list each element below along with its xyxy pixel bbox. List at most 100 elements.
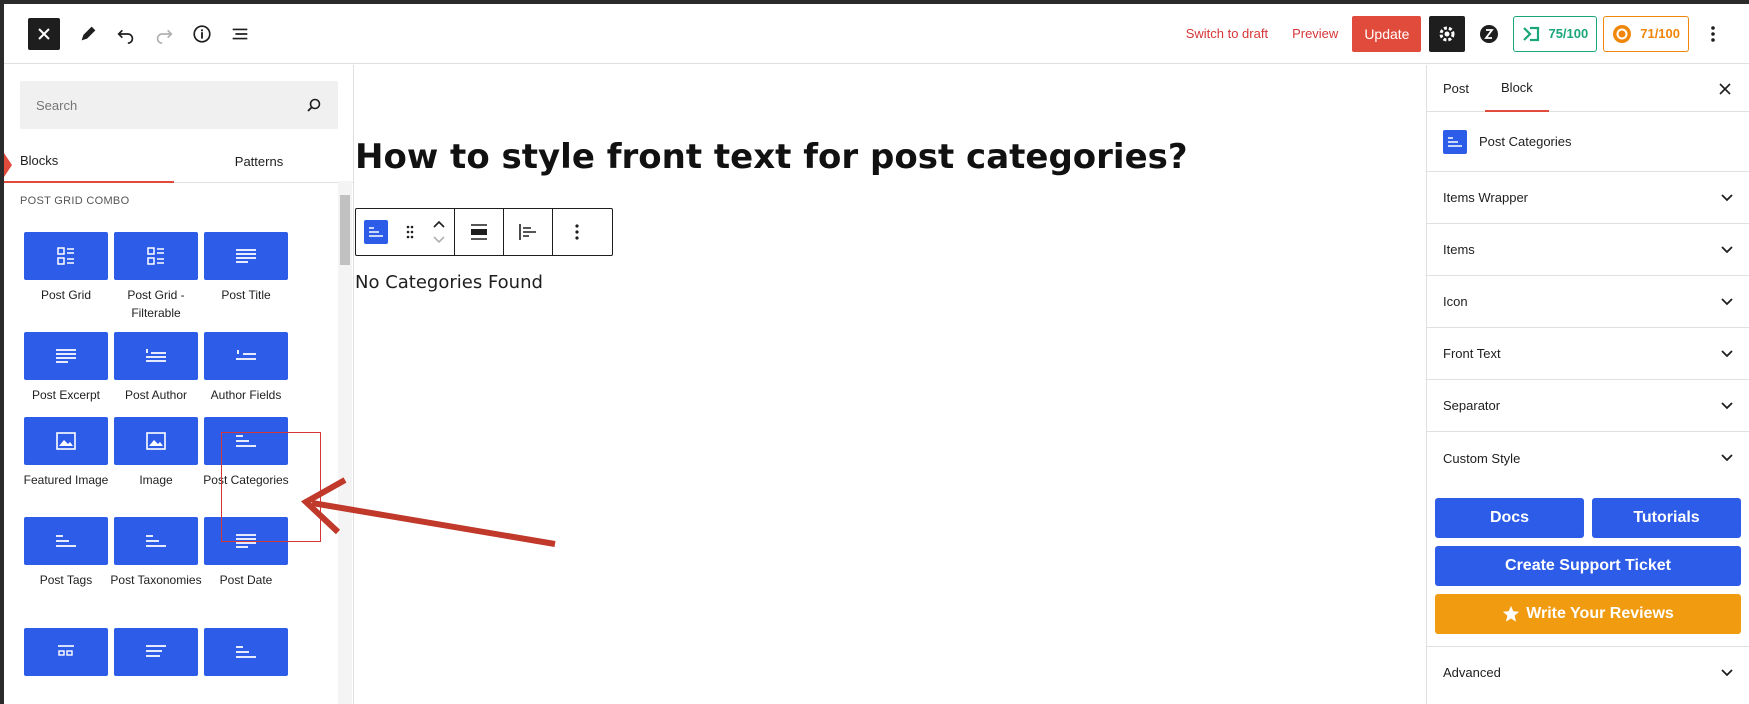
seo-score-badge[interactable]: 75/100 (1513, 15, 1598, 52)
chevron-down-icon (1721, 349, 1733, 357)
lines-icon (146, 645, 166, 657)
block-label: Featured Image (23, 473, 109, 487)
panel-title: Separator (1443, 398, 1501, 413)
block-card: Post Categories (1427, 112, 1749, 172)
close-inserter-button[interactable] (28, 17, 60, 50)
undo-button[interactable] (108, 16, 144, 52)
search-icon (307, 98, 321, 112)
panel-icon[interactable]: Icon (1427, 276, 1749, 328)
tutorials-button[interactable]: Tutorials (1592, 498, 1741, 538)
block-tile (204, 232, 288, 280)
list-view-button[interactable] (222, 16, 258, 52)
gear-icon (1439, 26, 1455, 41)
block-item[interactable] (110, 628, 202, 676)
panel-custom-style[interactable]: Custom Style (1427, 432, 1749, 484)
close-icon[interactable] (1719, 83, 1731, 95)
block-label: Post Grid (40, 288, 91, 302)
categories-icon (236, 646, 256, 658)
align-button[interactable] (455, 209, 503, 255)
block-options-button[interactable] (553, 209, 601, 255)
close-icon (38, 27, 50, 40)
panel-title: Custom Style (1443, 450, 1521, 466)
block-toolbar-group (356, 209, 455, 255)
plugin-button[interactable] (1471, 16, 1507, 52)
write-reviews-label: Write Your Reviews (1526, 605, 1674, 622)
image-icon (56, 432, 76, 450)
panel-items[interactable]: Items (1427, 224, 1749, 276)
no-categories-message: No Categories Found (355, 272, 543, 293)
inserter-tabs: Blocks Patterns (4, 140, 353, 183)
text-align-button[interactable] (504, 209, 552, 255)
block-item[interactable]: Post Grid - Filterable (110, 232, 202, 322)
block-tile (24, 232, 108, 280)
panel-advanced[interactable]: Advanced (1427, 646, 1749, 698)
update-button[interactable]: Update (1352, 15, 1422, 52)
editor-canvas: How to style front text for post categor… (355, 65, 1425, 704)
tab-blocks[interactable]: Blocks (4, 140, 174, 183)
lines-icon (236, 249, 256, 263)
seo-score-value: 75/100 (1548, 26, 1589, 41)
block-item[interactable]: Post Author (110, 332, 202, 404)
inserter-scroll-thumb[interactable] (340, 195, 350, 265)
block-toolbar-group (455, 209, 504, 255)
post-title[interactable]: How to style front text for post categor… (355, 137, 1188, 177)
tab-patterns[interactable]: Patterns (174, 140, 344, 183)
tab-post[interactable]: Post (1427, 65, 1485, 112)
block-item[interactable]: Post Title (200, 232, 292, 304)
chevron-down-icon (1721, 297, 1733, 305)
redo-button[interactable] (146, 16, 182, 52)
panel-title: Advanced (1443, 665, 1501, 680)
readability-score-badge[interactable]: 71/100 (1603, 15, 1689, 52)
chevron-up-icon[interactable] (433, 220, 445, 228)
help-buttons: Docs Tutorials Create Support Ticket Wri… (1427, 484, 1749, 634)
undo-icon (117, 29, 134, 44)
drag-handle[interactable] (396, 209, 424, 255)
readability-score-icon (1613, 24, 1632, 43)
grid-icon (147, 247, 164, 265)
block-item[interactable]: Author Fields (200, 332, 292, 404)
details-button[interactable] (184, 16, 220, 52)
panel-items-wrapper[interactable]: Items Wrapper (1427, 172, 1749, 224)
settings-button[interactable] (1429, 15, 1466, 52)
block-item[interactable] (200, 628, 292, 676)
move-buttons[interactable] (424, 209, 454, 255)
chevron-down-icon[interactable] (433, 236, 445, 244)
more-vertical-icon (575, 224, 579, 240)
list-icon (236, 350, 256, 360)
block-item[interactable]: Post Taxonomies (110, 517, 202, 589)
block-inserter-panel: Search Blocks Patterns POST GRID COMBO P… (4, 65, 354, 704)
highlight-box (221, 432, 321, 542)
block-label: Image (139, 473, 173, 487)
block-item[interactable]: Post Grid (20, 232, 112, 304)
panel-front-text[interactable]: Front Text (1427, 328, 1749, 380)
block-label: Post Tags (39, 573, 93, 587)
write-reviews-button[interactable]: Write Your Reviews (1435, 594, 1741, 634)
panel-title: Front Text (1443, 346, 1501, 361)
categories-icon (146, 535, 166, 547)
block-tile (114, 232, 198, 280)
block-tile (24, 417, 108, 465)
block-item[interactable] (20, 628, 112, 676)
block-tile (114, 517, 198, 565)
block-search-input[interactable]: Search (20, 81, 338, 129)
sidebar-tabs: Post Block (1427, 65, 1749, 112)
block-item[interactable]: Image (110, 417, 202, 489)
category-title: POST GRID COMBO (20, 195, 130, 207)
panel-title: Icon (1443, 294, 1468, 309)
panel-separator[interactable]: Separator (1427, 380, 1749, 432)
docs-button[interactable]: Docs (1435, 498, 1584, 538)
options-button[interactable] (1695, 16, 1731, 52)
block-item[interactable]: Post Excerpt (20, 332, 112, 404)
block-toolbar (355, 208, 613, 256)
preview-link[interactable]: Preview (1292, 26, 1338, 41)
edit-tool-button[interactable] (70, 16, 106, 52)
block-label: Post Grid - Filterable (127, 288, 185, 320)
block-item[interactable]: Post Tags (20, 517, 112, 589)
block-type-button[interactable] (356, 209, 396, 255)
block-item[interactable]: Featured Image (20, 417, 112, 489)
block-tile (24, 332, 108, 380)
switch-to-draft-link[interactable]: Switch to draft (1186, 26, 1268, 41)
categories-icon (364, 220, 388, 244)
tab-block[interactable]: Block (1485, 65, 1549, 112)
support-ticket-button[interactable]: Create Support Ticket (1435, 546, 1741, 586)
